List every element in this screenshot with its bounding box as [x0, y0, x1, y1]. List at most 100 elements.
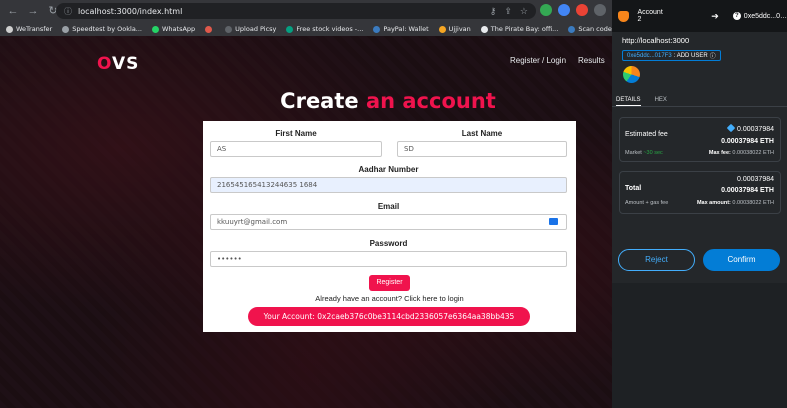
estimated-fee-fiat[interactable]: 0.00037984 — [726, 123, 774, 133]
nav-results[interactable]: Results — [578, 56, 605, 65]
reject-button[interactable]: Reject — [618, 249, 695, 271]
bookmark-item[interactable]: Ujjivan — [438, 25, 471, 33]
bookmark-item[interactable]: PayPal: Wallet — [373, 25, 429, 33]
market-label: Market — [625, 150, 642, 156]
bookmark-item[interactable]: The Pirate Bay: offi... — [480, 25, 559, 33]
confirm-button[interactable]: Confirm — [703, 249, 780, 271]
bookmark-favicon-icon — [205, 25, 213, 33]
bookmark-item[interactable]: WhatsApp — [152, 25, 195, 33]
tab-details[interactable]: DETAILS — [616, 93, 641, 106]
bookmark-favicon-icon — [568, 25, 576, 33]
site-nav: Register / Login Results — [510, 56, 605, 65]
origin-site: http://localhost:3000 — [622, 36, 690, 45]
bookmark-item[interactable]: Free stock videos -... — [286, 25, 363, 33]
bookmark-favicon-icon — [480, 25, 488, 33]
info-icon: ⓘ — [709, 54, 716, 60]
bookmark-favicon-icon — [152, 25, 159, 33]
aadhar-input[interactable]: 216545165413244635 1684 — [210, 177, 567, 193]
bookmark-favicon-icon — [225, 25, 233, 33]
bookmark-item[interactable]: Upload Picsy — [225, 25, 276, 33]
estimated-fee-card: Estimated fee 0.00037984 0.00037984 ETH … — [619, 117, 781, 162]
login-link[interactable]: Already have an account? Click here to l… — [203, 294, 576, 303]
max-amount-value: 0.00038022 ETH — [732, 200, 774, 206]
max-fee: Max fee: 0.00038022 ETH — [709, 150, 774, 156]
email-input[interactable]: kkuuyrt@gmail.com — [210, 214, 567, 230]
max-fee-label: Max fee: — [708, 150, 731, 156]
total-value: 0.00037984 — [737, 176, 774, 183]
recipient-identicon: ? — [732, 12, 741, 20]
email-label: Email — [377, 202, 400, 211]
max-amount-label: Max amount: — [696, 200, 731, 206]
recipient-address-text: 0xe5ddc...0… — [743, 12, 787, 20]
logo-rest: VS — [112, 54, 140, 74]
last-name-input[interactable]: SD — [397, 141, 567, 157]
market-time: ~30 sec — [643, 150, 663, 156]
arrow-right-icon: ➔ — [711, 10, 719, 21]
bookmark-item[interactable]: Speedtest by Ookla... — [62, 25, 142, 33]
metamask-header: Account 2 ➔ ? 0xe5ddc...0… — [612, 0, 787, 32]
market-speed: Market ~30 sec — [625, 150, 663, 156]
password-label: Password — [369, 239, 408, 248]
info-icon[interactable]: ⓘ — [64, 6, 72, 17]
bookmark-label: Scan code — [578, 25, 612, 33]
bookmark-favicon-icon — [286, 25, 294, 33]
metamask-tabs: DETAILS HEX — [612, 93, 787, 107]
site-logo[interactable]: OVS — [97, 54, 139, 74]
bookmark-item[interactable]: Scan code — [568, 25, 612, 33]
bookmark-star-icon[interactable]: ☆ — [520, 6, 528, 17]
register-button[interactable]: Register — [369, 275, 410, 291]
forward-icon[interactable]: → — [26, 4, 40, 18]
add-user-label: : ADD USER — [673, 52, 708, 59]
bookmark-label: The Pirate Bay: offi... — [490, 25, 559, 33]
extension-icon[interactable] — [558, 4, 570, 16]
metamask-fox-icon — [618, 10, 630, 22]
bookmark-label: Free stock videos -... — [296, 25, 364, 33]
bookmark-item[interactable] — [205, 25, 215, 33]
bookmark-label: WhatsApp — [162, 25, 196, 33]
page-title-red: an account — [365, 89, 496, 113]
last-name-label: Last Name — [461, 129, 503, 138]
amount-gas-label: Amount + gas fee — [625, 200, 669, 206]
bookmarks-bar: WeTransfer Speedtest by Ookla... WhatsApp U… — [0, 22, 612, 36]
bookmark-favicon-icon — [62, 25, 70, 33]
autofill-card-icon[interactable] — [549, 218, 558, 225]
max-fee-value: 0.00038022 ETH — [732, 150, 774, 156]
aadhar-label: Aadhar Number — [358, 165, 419, 174]
account-avatar — [623, 66, 640, 83]
url-text: localhost:3000/index.html — [78, 6, 183, 16]
bookmark-label: PayPal: Wallet — [383, 25, 429, 33]
recipient-address[interactable]: ? 0xe5ddc...0… — [732, 12, 787, 20]
email-value: kkuuyrt@gmail.com — [217, 218, 288, 226]
metamask-footer-area — [612, 283, 787, 408]
key-icon[interactable]: ⚷ — [490, 6, 497, 17]
first-name-label: First Name — [275, 129, 317, 138]
estimated-fee-eth: 0.00037984 ETH — [721, 138, 774, 145]
bookmark-label: Speedtest by Ookla... — [72, 25, 142, 33]
estimated-fee-value: 0.00037984 — [737, 126, 774, 133]
address-bar[interactable]: ⓘ localhost:3000/index.html ⚷ ⇪ ☆ — [56, 3, 536, 19]
bookmark-item[interactable]: WeTransfer — [6, 25, 52, 33]
total-eth: 0.00037984 ETH — [721, 187, 774, 194]
bookmark-label: Ujjivan — [448, 25, 471, 33]
registration-form: First Name AS Last Name SD Aadhar Number… — [203, 121, 576, 332]
extensions-puzzle-icon[interactable] — [594, 4, 606, 16]
bookmark-favicon-icon — [373, 25, 381, 33]
first-name-input[interactable]: AS — [210, 141, 382, 157]
metamask-popup: Account 2 ➔ ? 0xe5ddc...0… http://localh… — [612, 0, 787, 408]
extension-red-icon[interactable] — [576, 4, 588, 16]
tab-hex[interactable]: HEX — [655, 93, 667, 106]
total-label: Total — [625, 185, 642, 192]
edit-pencil-icon[interactable] — [726, 123, 736, 133]
contract-address-pill[interactable]: 0xe5ddc...017F3 : ADD USER ⓘ — [622, 50, 721, 61]
total-card: Total 0.00037984 0.00037984 ETH Amount +… — [619, 171, 781, 214]
bookmark-favicon-icon — [6, 25, 13, 33]
nav-register-login[interactable]: Register / Login — [510, 56, 566, 65]
your-account-button[interactable]: Your Account: 0x2caeb376c0be3114cbd23360… — [248, 307, 530, 326]
account-name[interactable]: Account 2 — [637, 9, 667, 23]
page-title-white: Create — [280, 89, 359, 113]
password-input[interactable]: •••••• — [210, 251, 567, 267]
back-icon[interactable]: ← — [6, 4, 20, 18]
extension-grammarly-icon[interactable] — [540, 4, 552, 16]
share-icon[interactable]: ⇪ — [504, 6, 512, 17]
max-amount: Max amount: 0.00038022 ETH — [697, 200, 774, 206]
